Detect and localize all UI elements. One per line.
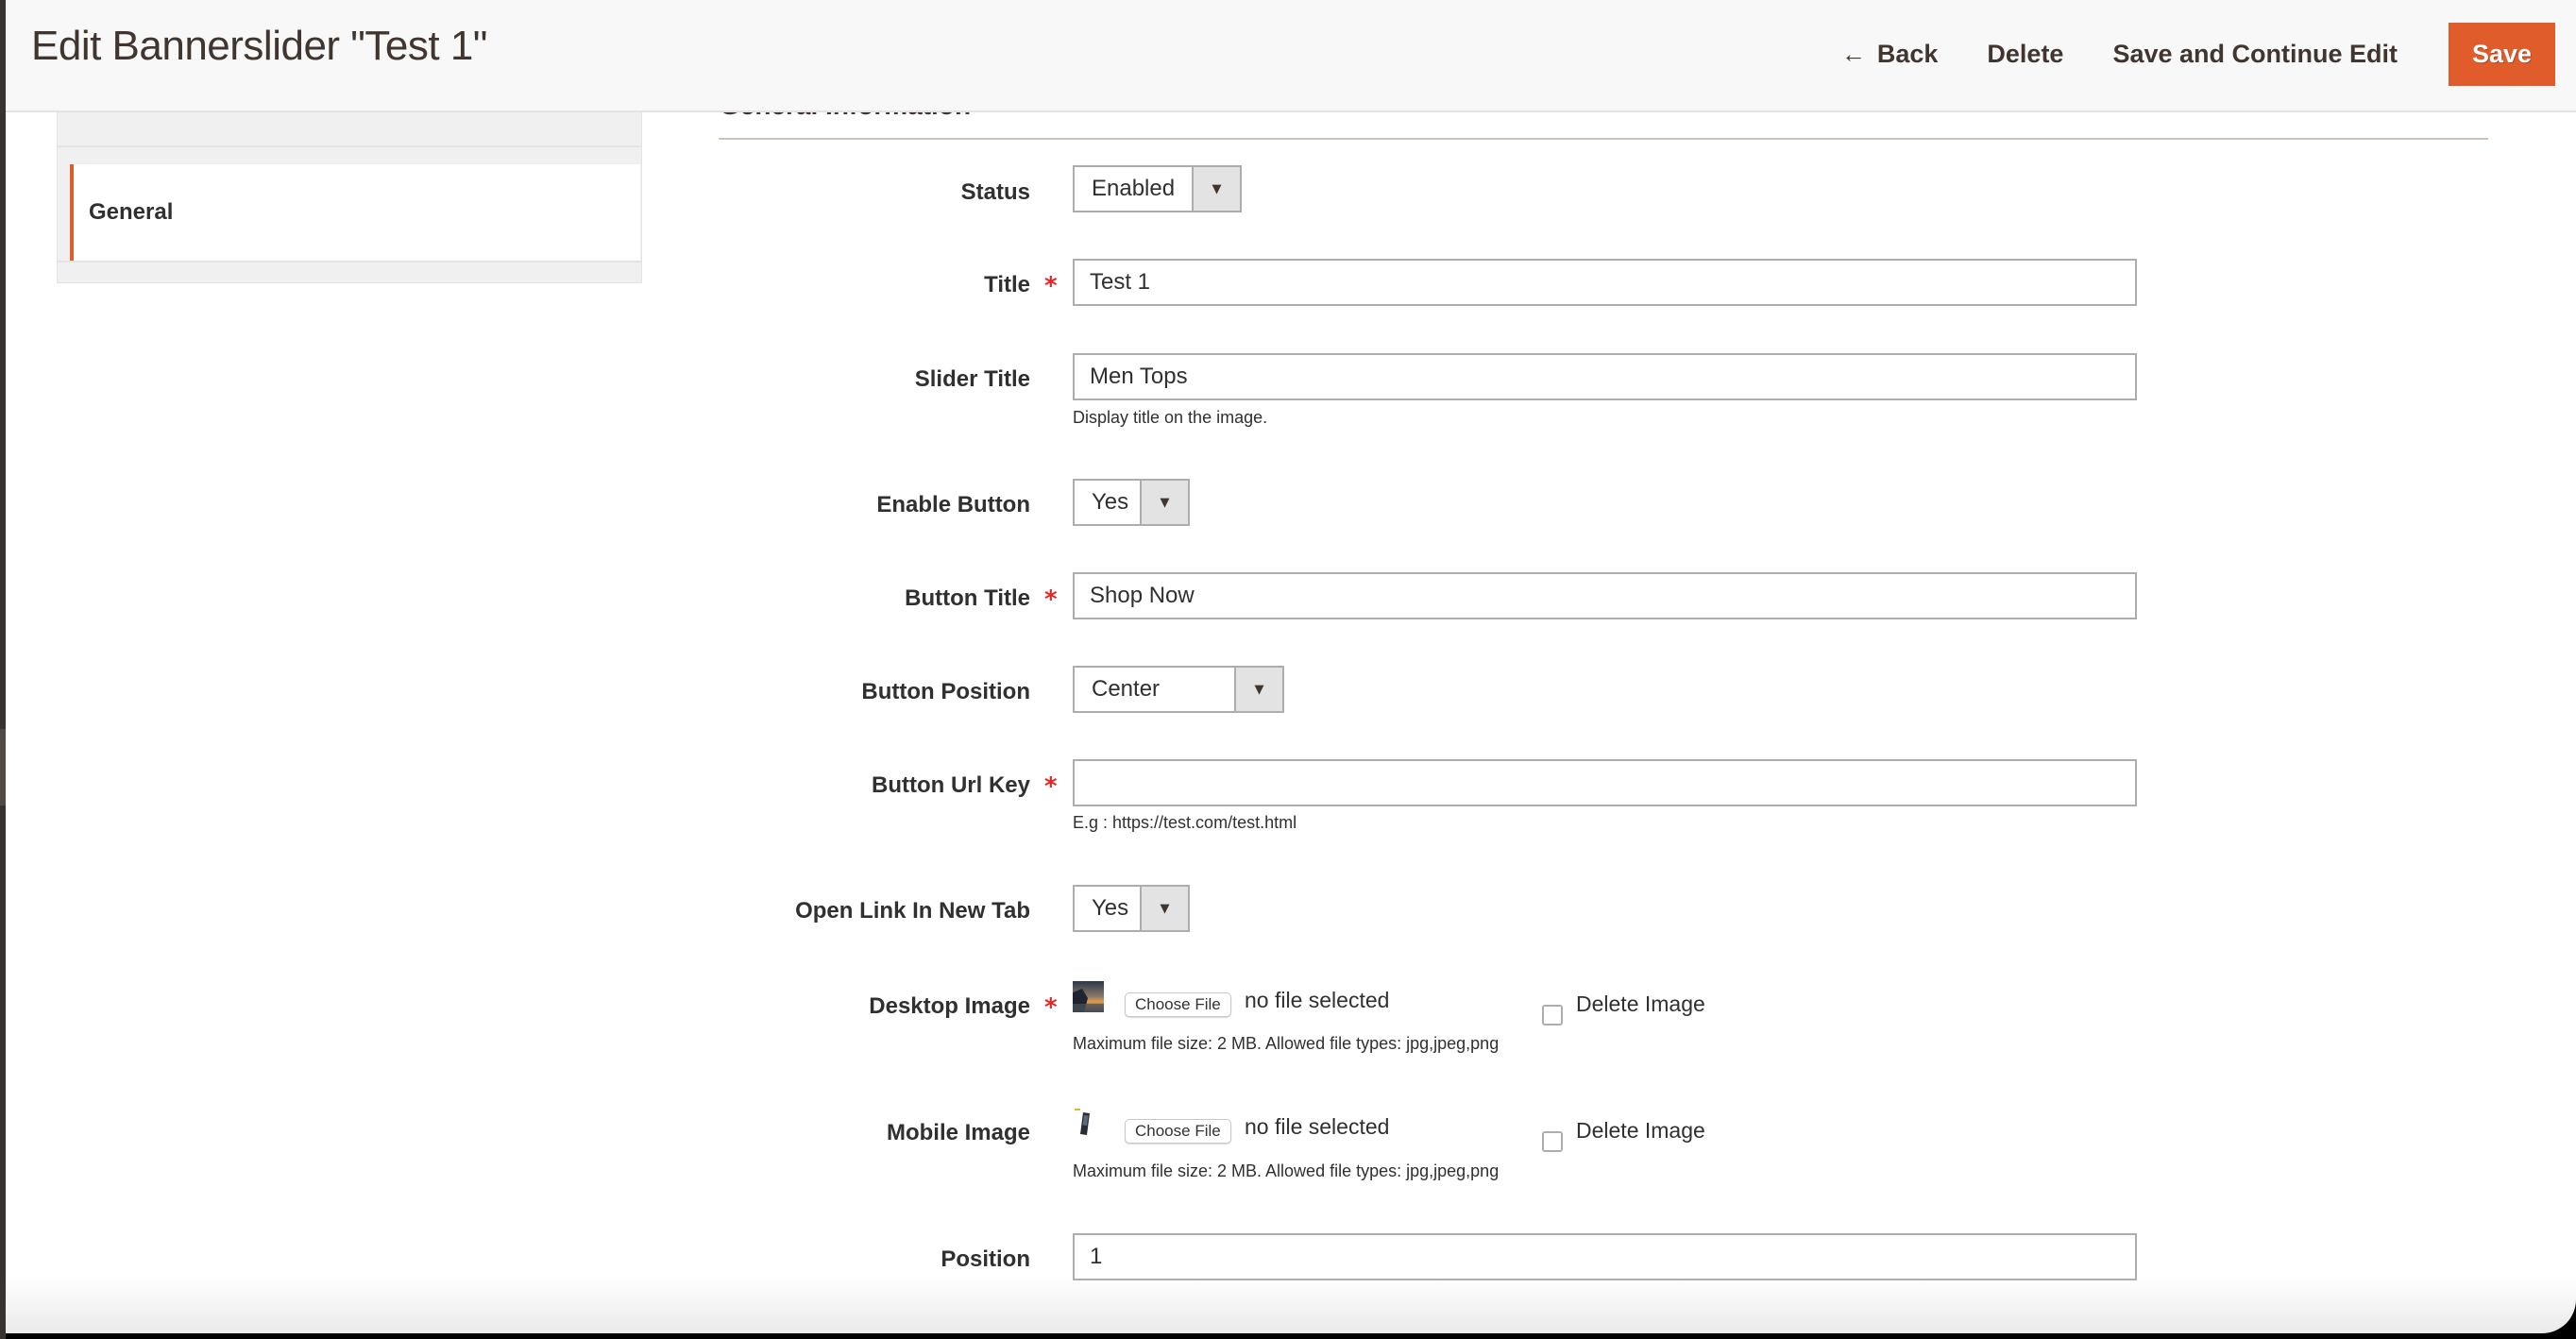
scrollbar-thumb[interactable]: [0, 729, 6, 805]
required-asterisk: *: [1044, 272, 1058, 300]
desktop-image-note: Maximum file size: 2 MB. Allowed file ty…: [1073, 1034, 1500, 1053]
section-divider: [719, 138, 2488, 140]
open-new-tab-select-value: Yes: [1092, 895, 1129, 921]
required-asterisk: *: [1044, 993, 1058, 1022]
sidebar-item-label: General: [89, 199, 174, 225]
save-button[interactable]: Save: [2449, 23, 2555, 86]
app-window: General Information Edit Bannerslider "T…: [0, 0, 2576, 1333]
required-asterisk: *: [1044, 585, 1058, 614]
enable-button-select[interactable]: Yes ▼: [1073, 479, 1190, 526]
mobile-image-note: Maximum file size: 2 MB. Allowed file ty…: [1073, 1161, 1500, 1180]
desktop-image-thumbnail: [1073, 981, 1104, 1012]
sidebar-tabs: General: [57, 112, 642, 283]
required-asterisk: *: [1044, 772, 1058, 801]
desktop-image-file-status: no file selected: [1245, 988, 1390, 1012]
page-actions: ← Back Delete Save and Continue Edit Sav…: [1817, 23, 2555, 86]
bottom-shadow: [0, 1277, 2576, 1333]
enable-button-label: Enable Button: [876, 492, 1030, 517]
mobile-image-file-status: no file selected: [1245, 1114, 1390, 1139]
status-select[interactable]: Enabled ▼: [1073, 165, 1242, 212]
button-position-select-value: Center: [1092, 676, 1161, 702]
window-edge-scrollbar[interactable]: [0, 0, 6, 1339]
title-input[interactable]: [1073, 259, 2137, 306]
sidebar-item-general[interactable]: General: [70, 164, 640, 261]
mobile-image-delete-checkbox[interactable]: [1542, 1131, 1563, 1152]
open-new-tab-select[interactable]: Yes ▼: [1073, 885, 1190, 932]
mobile-image-choose-file-button[interactable]: Choose File: [1125, 1119, 1231, 1144]
mobile-image-label: Mobile Image: [886, 1120, 1030, 1145]
delete-button[interactable]: Delete: [1962, 23, 2088, 86]
mobile-image-thumbnail: [1073, 1109, 1104, 1140]
desktop-image-delete-checkbox[interactable]: [1542, 1005, 1563, 1025]
button-title-label: Button Title: [905, 585, 1030, 611]
page-title: Edit Bannerslider "Test 1": [31, 23, 487, 69]
slider-title-label: Slider Title: [914, 366, 1030, 392]
status-select-value: Enabled: [1092, 176, 1176, 201]
chevron-down-icon: ▼: [1192, 167, 1240, 211]
chevron-down-icon: ▼: [1234, 668, 1282, 711]
button-position-select[interactable]: Center ▼: [1073, 666, 1284, 713]
desktop-image-choose-file-button[interactable]: Choose File: [1125, 992, 1231, 1017]
save-and-continue-button[interactable]: Save and Continue Edit: [2088, 23, 2422, 86]
desktop-image-delete-label[interactable]: Delete Image: [1576, 992, 1705, 1017]
sidebar-bottom: [57, 261, 642, 283]
sidebar-tab-list: General: [57, 147, 642, 261]
position-input[interactable]: [1073, 1233, 2137, 1280]
status-label: Status: [960, 179, 1030, 205]
sidebar-top: [57, 112, 642, 147]
chevron-down-icon: ▼: [1140, 887, 1188, 930]
chevron-down-icon: ▼: [1140, 481, 1188, 524]
title-label: Title: [984, 272, 1030, 297]
desktop-image-label: Desktop Image: [869, 993, 1030, 1019]
button-position-label: Button Position: [861, 679, 1030, 704]
button-url-key-input[interactable]: [1073, 759, 2137, 806]
slider-title-note: Display title on the image.: [1073, 408, 1268, 427]
page-header: Edit Bannerslider "Test 1" ← Back Delete…: [6, 0, 2576, 112]
button-title-input[interactable]: [1073, 572, 2137, 619]
back-label: Back: [1876, 40, 1939, 68]
open-new-tab-label: Open Link In New Tab: [795, 898, 1030, 924]
back-button[interactable]: ← Back: [1817, 23, 1963, 86]
slider-title-input[interactable]: [1073, 353, 2137, 400]
mobile-image-delete-label[interactable]: Delete Image: [1576, 1118, 1705, 1144]
position-label: Position: [941, 1246, 1030, 1272]
button-url-key-note: E.g : https://test.com/test.html: [1073, 813, 1297, 832]
arrow-left-icon: ←: [1840, 40, 1866, 68]
button-url-key-label: Button Url Key: [872, 772, 1030, 798]
enable-button-select-value: Yes: [1092, 489, 1129, 515]
